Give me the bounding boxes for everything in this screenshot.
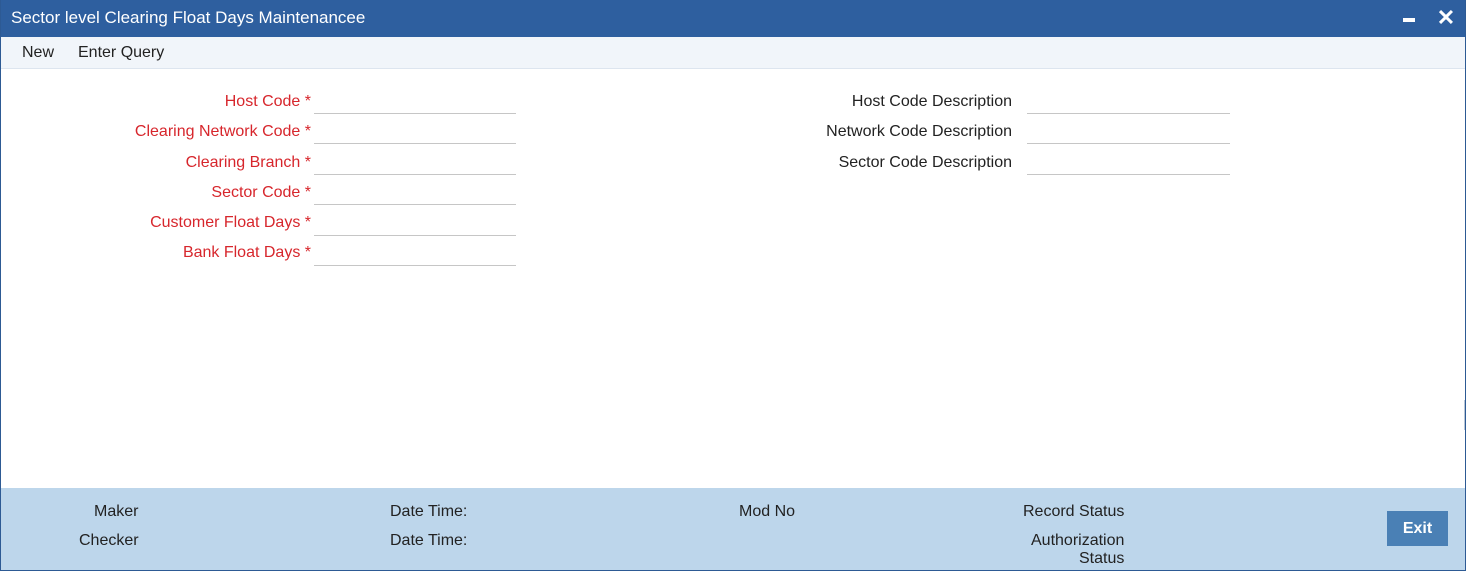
host-code-field[interactable] (314, 92, 516, 114)
scrollbar-edge[interactable] (1464, 400, 1465, 430)
host-code-description-label: Host Code Description (851, 93, 1012, 110)
menu-enter-query[interactable]: Enter Query (78, 44, 164, 62)
close-icon[interactable]: ✕ (1436, 6, 1456, 30)
authorization-status-label-line1: Authorization (1031, 532, 1125, 549)
network-code-description-field[interactable] (1027, 122, 1230, 144)
exit-button[interactable]: Exit (1387, 511, 1448, 546)
mod-no-label: Mod No (739, 503, 796, 520)
maintenance-window: Sector level Clearing Float Days Mainten… (0, 0, 1466, 571)
clearing-branch-field[interactable] (314, 153, 516, 175)
audit-footer: Maker Checker Date Time: Date Time: Mod … (1, 488, 1465, 570)
checker-date-time-label: Date Time: (390, 532, 468, 549)
sector-code-label: Sector Code * (211, 184, 311, 201)
customer-float-days-label: Customer Float Days * (150, 214, 311, 231)
title-bar: Sector level Clearing Float Days Mainten… (1, 0, 1465, 37)
maker-date-time-label: Date Time: (390, 503, 468, 520)
minimize-icon[interactable] (1403, 18, 1415, 22)
host-code-label: Host Code * (224, 93, 311, 110)
bank-float-days-field[interactable] (314, 244, 516, 266)
bank-float-days-label: Bank Float Days * (182, 244, 311, 261)
clearing-branch-label: Clearing Branch * (185, 154, 311, 171)
authorization-status-label-line2: Status (1079, 550, 1125, 567)
window-title: Sector level Clearing Float Days Mainten… (11, 8, 366, 27)
customer-float-days-field[interactable] (314, 214, 516, 236)
maker-label: Maker (94, 503, 139, 520)
clearing-network-code-field[interactable] (314, 122, 516, 144)
menu-bar: New Enter Query (1, 37, 1465, 69)
network-code-description-label: Network Code Description (826, 123, 1012, 140)
sector-code-field[interactable] (314, 183, 516, 205)
record-status-label: Record Status (1023, 503, 1125, 520)
menu-new[interactable]: New (22, 44, 54, 62)
checker-label: Checker (79, 532, 139, 549)
host-code-description-field[interactable] (1027, 92, 1230, 114)
sector-code-description-field[interactable] (1027, 153, 1230, 175)
sector-code-description-label: Sector Code Description (838, 154, 1012, 171)
clearing-network-code-label: Clearing Network Code * (134, 123, 311, 140)
